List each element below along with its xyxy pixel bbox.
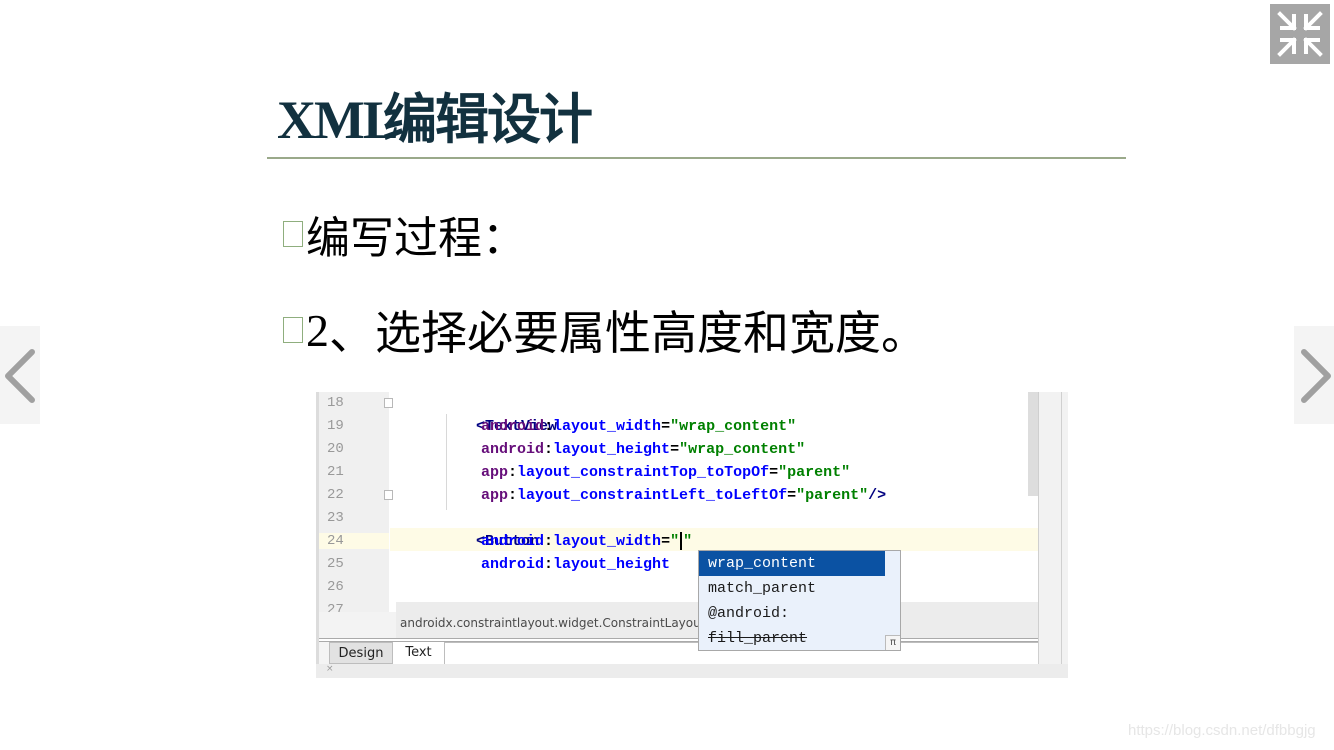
xml-namespace: app [481, 487, 509, 504]
code-line[interactable]: app:layout_constraintTop_toTopOf="parent… [481, 461, 850, 484]
autocomplete-item[interactable]: @android: [699, 601, 885, 626]
autocomplete-item[interactable]: wrap_content [699, 551, 885, 576]
chevron-right-icon [1301, 349, 1331, 403]
xml-value: "wrap_content" [670, 418, 797, 435]
tab-text[interactable]: Text [393, 642, 445, 664]
xml-namespace: app [481, 464, 509, 481]
watermark: https://blog.csdn.net/dfbbgjg [1128, 722, 1316, 739]
bullet-text: 编写过程： [306, 213, 526, 264]
line-number: 26 [327, 579, 344, 595]
equals: = [661, 533, 671, 550]
exit-fullscreen-icon [1277, 11, 1323, 57]
slide-title: XML编辑设计 [277, 80, 593, 160]
fold-collapse-icon[interactable] [384, 398, 393, 408]
bullet-item: 2 、选择必要属性高度和宽度。 [283, 300, 927, 360]
autocomplete-popup: wrap_content match_parent @android: fill… [698, 550, 901, 651]
xml-attribute: layout_width [553, 533, 662, 550]
line-number-gutter: 18 19 20 21 22 23 24 25 26 27 [319, 392, 389, 618]
line-number: 25 [327, 556, 344, 572]
xml-attribute: layout_constraintTop_toTopOf [517, 464, 770, 481]
slide-title-latin: XML [277, 90, 399, 150]
text-caret [680, 532, 683, 551]
right-tool-panel [1038, 392, 1068, 664]
code-line[interactable]: android:layout_height [481, 553, 670, 576]
line-number: 18 [327, 395, 344, 411]
line-number: 19 [327, 418, 344, 434]
slide-title-cjk: 编辑设计 [382, 88, 593, 151]
code-line-current[interactable]: android:layout_width=" " [481, 530, 692, 553]
xml-attribute: layout_width [553, 418, 662, 435]
tab-design[interactable]: Design [329, 642, 393, 664]
vertical-scrollbar[interactable] [1028, 392, 1038, 496]
breadcrumb-item[interactable]: androidx.constraintlayout.widget.Constra… [400, 616, 705, 630]
equals: = [661, 418, 671, 435]
colon: : [508, 487, 518, 504]
colon: : [544, 556, 554, 573]
autocomplete-item[interactable]: match_parent [699, 576, 885, 601]
line-number: 22 [327, 487, 344, 503]
ide-screenshot: 18 19 20 21 22 23 24 25 26 27 <TextView … [316, 392, 1068, 678]
xml-tag-close: /> [868, 487, 887, 504]
colon: : [544, 441, 554, 458]
xml-value: "parent" [796, 487, 869, 504]
pi-icon[interactable]: π [885, 635, 900, 650]
chevron-left-icon [5, 349, 35, 403]
xml-namespace: android [481, 441, 545, 458]
bullet-text: 、选择必要属性高度和宽度。 [329, 306, 927, 360]
editor-tabs: Design Text [319, 642, 1038, 665]
previous-slide-button[interactable] [0, 326, 40, 424]
colon: : [544, 533, 554, 550]
equals: = [787, 487, 797, 504]
code-line[interactable]: android:layout_height="wrap_content" [481, 438, 805, 461]
xml-value-quote: " [670, 533, 680, 550]
bullet-item: 编写过程： [283, 204, 526, 264]
fold-end-icon[interactable] [384, 490, 393, 500]
xml-value-quote: " [683, 533, 693, 550]
xml-value: "parent" [778, 464, 851, 481]
equals: = [670, 441, 680, 458]
line-number: 23 [327, 510, 344, 526]
xml-namespace: android [481, 556, 545, 573]
status-bar [316, 664, 1068, 678]
line-number-current: 24 [319, 533, 389, 549]
xml-namespace: android [481, 533, 545, 550]
bullet-marker-icon [283, 317, 303, 343]
xml-attribute: layout_constraintLeft_toLeftOf [517, 487, 788, 504]
colon: : [544, 418, 554, 435]
bullet-number: 2 [306, 304, 329, 356]
colon: : [508, 464, 518, 481]
line-number: 21 [327, 464, 344, 480]
breadcrumb-gutter [319, 612, 396, 638]
bullet-marker-icon [283, 221, 303, 247]
xml-namespace: android [481, 418, 545, 435]
code-line[interactable]: app:layout_constraintLeft_toLeftOf="pare… [481, 484, 886, 507]
xml-attribute: layout_height [553, 556, 671, 573]
line-number: 20 [327, 441, 344, 457]
autocomplete-item[interactable]: fill_parent [699, 626, 885, 651]
code-line[interactable]: android:layout_width="wrap_content" [481, 415, 796, 438]
xml-attribute: layout_height [553, 441, 671, 458]
exit-fullscreen-button[interactable] [1270, 4, 1330, 64]
equals: = [769, 464, 779, 481]
title-divider [267, 157, 1126, 159]
next-slide-button[interactable] [1294, 326, 1334, 424]
close-icon[interactable]: × [326, 664, 334, 674]
xml-value: "wrap_content" [679, 441, 806, 458]
